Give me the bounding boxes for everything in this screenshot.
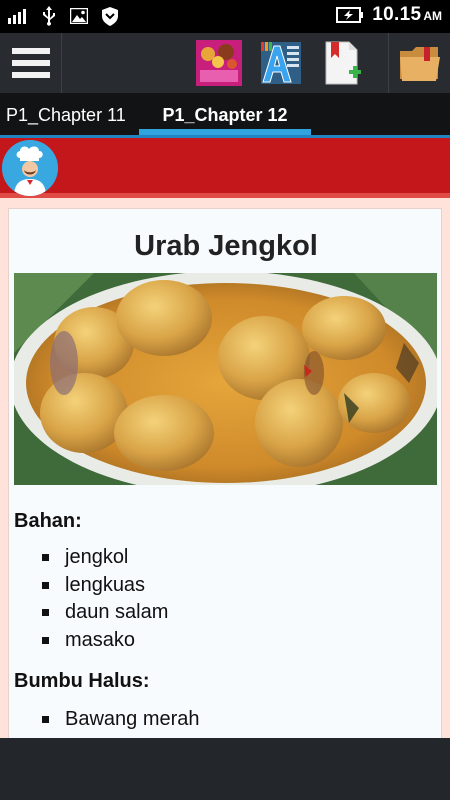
content-area: Urab Jengkol Bahan: jengkol lengkuas dau… <box>0 198 450 748</box>
ingredient-text: masako <box>65 628 136 651</box>
bottom-nav-bar <box>0 738 450 800</box>
ingredient-text: jengkol <box>65 546 129 568</box>
status-icons-left <box>8 6 118 26</box>
book-cover-button[interactable] <box>188 33 250 93</box>
image-icon <box>70 8 88 24</box>
bahan-list: jengkol lengkuas daun salam masako <box>42 544 168 654</box>
header-banner <box>0 138 450 198</box>
folder-bookmark-icon <box>399 47 440 81</box>
ingredient-text: lengkuas <box>65 573 146 596</box>
bullet-icon <box>42 581 49 589</box>
tab-chapter-11[interactable]: P1_Chapter 11 <box>6 93 136 137</box>
usb-icon <box>43 6 55 26</box>
recipe-card[interactable]: Urab Jengkol Bahan: jengkol lengkuas dau… <box>8 208 442 748</box>
font-size-button[interactable] <box>250 33 312 93</box>
status-ampm: AM <box>423 9 442 23</box>
menu-button[interactable] <box>0 33 62 93</box>
ingredient-text: Bawang merah <box>65 708 200 730</box>
app-toolbar <box>0 33 450 93</box>
chef-icon <box>2 140 58 196</box>
add-bookmark-button[interactable] <box>312 33 374 93</box>
font-size-icon <box>261 42 301 84</box>
menu-icon <box>11 48 50 78</box>
recipe-title: Urab Jengkol <box>134 230 318 262</box>
shield-icon <box>102 6 118 26</box>
bullet-icon <box>42 636 49 644</box>
list-item: jengkol <box>42 544 168 572</box>
recipe-photo <box>14 273 437 485</box>
list-item: masako <box>42 627 168 655</box>
bumbu-list: Bawang merah <box>42 706 200 734</box>
bahan-label: Bahan: <box>14 510 82 532</box>
bullet-icon <box>42 716 49 723</box>
status-bar: 10.15 AM <box>0 0 450 33</box>
bullet-icon <box>42 554 49 561</box>
folder-bookmark-button[interactable] <box>388 33 450 93</box>
add-bookmark-icon <box>325 41 361 85</box>
bumbu-label: Bumbu Halus: <box>14 670 150 692</box>
status-icons-right: 10.15 AM <box>336 4 442 26</box>
bullet-icon <box>42 609 49 616</box>
toolbar-actions <box>188 33 450 93</box>
status-clock: 10.15 AM <box>372 4 442 26</box>
book-cover-icon <box>196 40 242 86</box>
list-item: Bawang merah <box>42 706 200 734</box>
battery-charging-icon <box>336 7 364 23</box>
list-item: lengkuas <box>42 572 168 600</box>
chef-avatar[interactable] <box>2 140 58 196</box>
ingredient-text: daun salam <box>65 601 169 623</box>
signal-icon <box>8 9 26 24</box>
status-time: 10.15 <box>372 4 422 25</box>
list-item: daun salam <box>42 599 168 627</box>
